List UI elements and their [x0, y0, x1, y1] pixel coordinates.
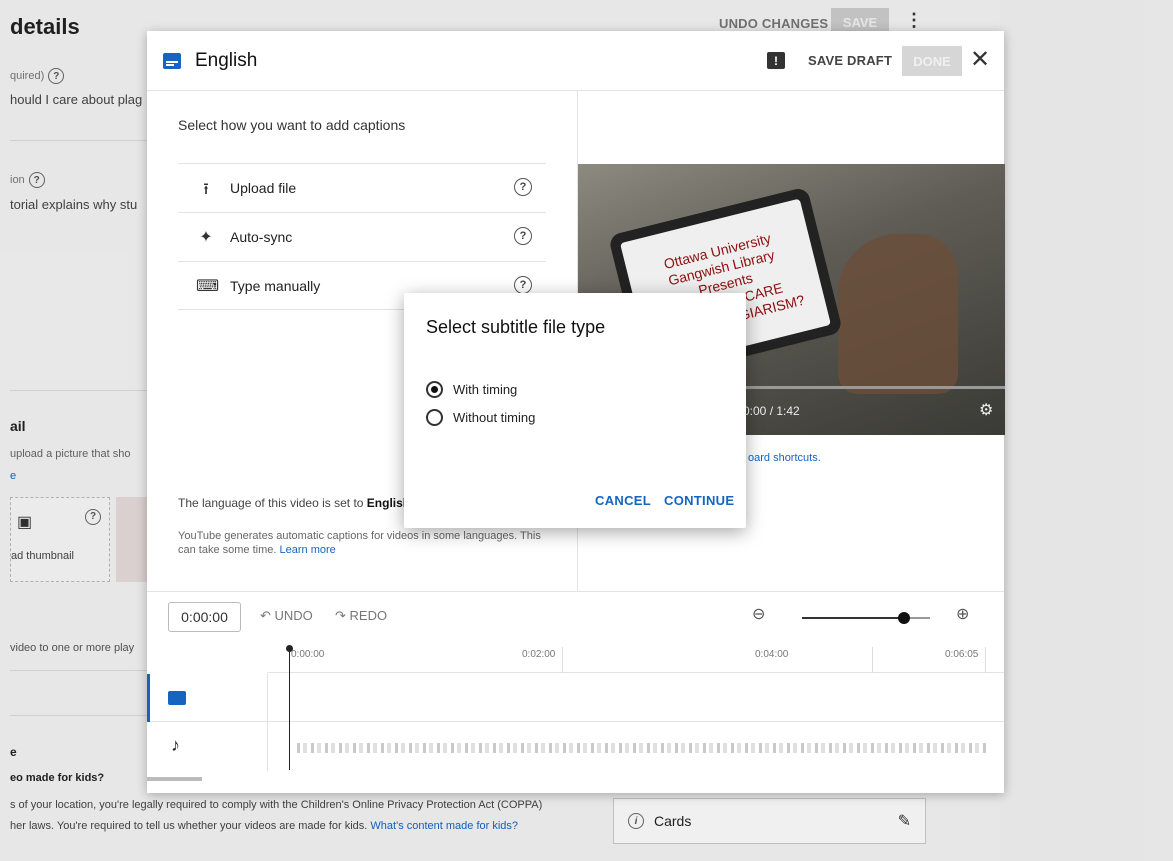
track-selected-indicator: [147, 674, 150, 722]
undo-button[interactable]: ↶ UNDO: [260, 608, 313, 624]
redo-icon: ↷: [335, 608, 350, 623]
timeline-ruler: 0:00:00 0:02:00 0:04:00 0:06:05: [267, 639, 1004, 673]
upload-icon: ⭱: [203, 181, 209, 198]
tick-line: [562, 647, 563, 673]
help-icon[interactable]: ?: [514, 276, 532, 294]
with-timing-option[interactable]: With timing: [426, 379, 517, 399]
feedback-icon[interactable]: !: [767, 52, 785, 69]
timeline-tick: 0:06:05: [945, 649, 979, 660]
timeline-tick: 0:02:00: [522, 649, 556, 660]
gear-icon[interactable]: ⚙: [979, 400, 993, 420]
editor-header: English ! SAVE DRAFT DONE ✕: [147, 31, 1004, 91]
upload-file-option[interactable]: ⭱ Upload file ?: [178, 163, 546, 212]
sparkle-icon: ✦: [199, 229, 213, 246]
music-note-icon: ♪: [171, 735, 180, 755]
redo-button[interactable]: ↷ REDO: [335, 608, 387, 624]
zoom-slider-remainder[interactable]: [910, 617, 930, 619]
timeline-toolbar: 0:00:00 ↶ UNDO ↷ REDO ⊖ ⊕: [147, 591, 1004, 639]
option-label: Type manually: [230, 278, 321, 294]
track-separator: [267, 674, 268, 771]
help-icon[interactable]: ?: [514, 178, 532, 196]
editor-title: English: [195, 50, 258, 71]
radio-selected[interactable]: [426, 380, 443, 398]
close-icon[interactable]: ✕: [970, 46, 990, 74]
radio-label: With timing: [453, 381, 518, 397]
auto-captions-note: YouTube generates automatic captions for…: [178, 530, 541, 556]
tick-line: [985, 647, 986, 673]
done-button[interactable]: DONE: [902, 46, 962, 76]
learn-more-link[interactable]: Learn more: [280, 544, 336, 556]
radio-label: Without timing: [453, 409, 536, 425]
zoom-in-icon[interactable]: ⊕: [956, 604, 969, 624]
auto-sync-option[interactable]: ✦ Auto-sync ?: [178, 212, 546, 261]
timeline-tick: 0:00:00: [291, 649, 325, 660]
redo-label: REDO: [349, 608, 388, 623]
option-label: Upload file: [230, 180, 297, 196]
without-timing-option[interactable]: Without timing: [426, 407, 535, 427]
video-time: 0:00 / 1:42: [743, 404, 800, 418]
playhead-handle[interactable]: [286, 645, 293, 652]
select-how-heading: Select how you want to add captions: [178, 117, 406, 133]
continue-button[interactable]: CONTINUE: [664, 493, 734, 508]
undo-icon: ↶: [260, 608, 275, 623]
modal-title: Select subtitle file type: [426, 317, 606, 337]
language-note: The language of this video is set to Eng…: [178, 496, 411, 510]
help-icon[interactable]: ?: [514, 227, 532, 245]
hand-image: [838, 234, 958, 394]
cancel-button[interactable]: CANCEL: [595, 493, 651, 508]
audio-waveform: [297, 743, 987, 753]
keyboard-shortcuts-link[interactable]: oard shortcuts.: [748, 452, 821, 464]
option-label: Auto-sync: [230, 229, 293, 245]
subtitles-track-icon: [168, 691, 186, 705]
timeline-tick: 0:04:00: [755, 649, 789, 660]
zoom-slider-handle[interactable]: [898, 612, 910, 624]
subtitles-icon: [163, 53, 181, 69]
horizontal-scrollbar[interactable]: [147, 777, 202, 781]
timecode-input[interactable]: 0:00:00: [168, 602, 241, 632]
keyboard-icon: ⌨: [196, 278, 220, 295]
radio-unselected[interactable]: [426, 408, 443, 426]
save-draft-button[interactable]: SAVE DRAFT: [808, 53, 892, 68]
playhead[interactable]: [289, 648, 290, 770]
page-background: details UNDO CHANGES SAVE ⋮ quired)? hou…: [0, 0, 1173, 861]
zoom-out-icon[interactable]: ⊖: [752, 604, 765, 624]
tick-line: [872, 647, 873, 673]
subtitle-file-type-modal: Select subtitle file type With timing Wi…: [404, 293, 746, 528]
subtitle-track[interactable]: [147, 674, 1004, 722]
zoom-slider-track[interactable]: [802, 617, 906, 619]
undo-label: UNDO: [274, 608, 313, 623]
